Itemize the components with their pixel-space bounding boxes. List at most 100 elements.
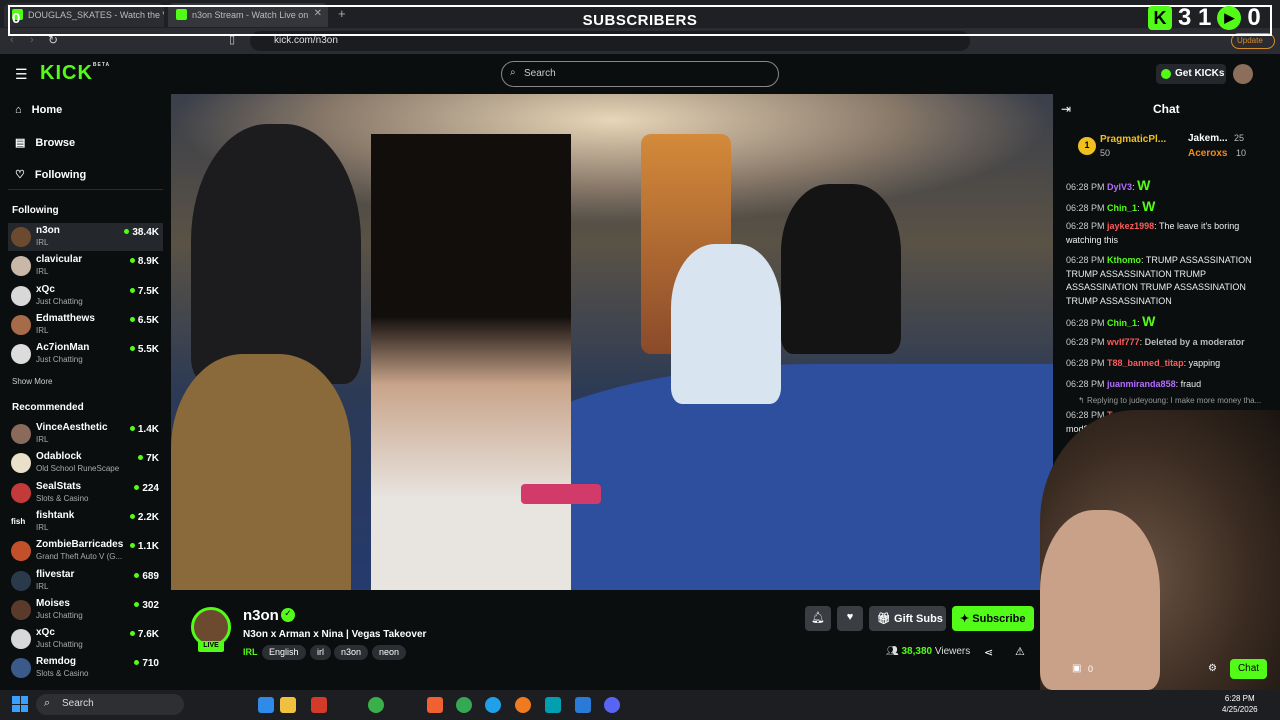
gift-icon: 🎁︎: [877, 613, 895, 625]
show-more-link[interactable]: Show More: [12, 377, 52, 386]
gift-subs-button[interactable]: 🎁︎ Gift Subs: [869, 606, 946, 631]
vscode-icon[interactable]: [575, 697, 591, 713]
collapse-chat-icon[interactable]: ⇥: [1061, 102, 1071, 116]
following-channel[interactable]: Edmatthews IRL 6.5K: [8, 311, 163, 339]
taskbar-clock[interactable]: 6:28 PM 4/25/2026: [1222, 693, 1258, 715]
taskbar-search[interactable]: ⌕ Search: [36, 694, 184, 715]
recommended-header: Recommended: [12, 402, 84, 413]
channel-category: Just Chatting: [36, 640, 83, 650]
following-channel[interactable]: xQc Just Chatting 7.5K: [8, 282, 163, 310]
subscribe-button[interactable]: ✦ Subscribe: [952, 606, 1034, 631]
play-icon: ▶: [1217, 6, 1242, 30]
nav-browse[interactable]: ▤ Browse: [15, 136, 76, 150]
viewer-count: 1.4K: [130, 424, 159, 435]
recommended-channel[interactable]: xQc Just Chatting 7.6K: [8, 625, 163, 653]
gift-icon[interactable]: ▣: [1072, 663, 1081, 674]
channel-avatar: [11, 227, 31, 247]
following-channel[interactable]: n3on IRL 38.4K: [8, 223, 163, 251]
notification-bell-button[interactable]: 🔔︎: [805, 606, 831, 631]
stream-tag[interactable]: English: [262, 645, 306, 660]
recommended-channel[interactable]: SealStats Slots & Casino 224: [8, 479, 163, 507]
discord-icon[interactable]: [604, 697, 620, 713]
sidebar: ⌂ Home ▤ Browse ♡ Following Following n3on I…: [0, 94, 170, 690]
share-icon[interactable]: ⋖: [984, 646, 993, 659]
chat-username[interactable]: Chin_1: [1107, 203, 1137, 213]
menu-icon[interactable]: ☰: [15, 66, 28, 83]
follow-button[interactable]: ♥: [837, 606, 863, 631]
recommended-channel[interactable]: flivestar IRL 689: [8, 567, 163, 595]
stream-tag[interactable]: neon: [372, 645, 407, 660]
stream-tag[interactable]: irl: [310, 645, 331, 660]
file-explorer-icon[interactable]: [280, 697, 296, 713]
nav-browse-label: Browse: [35, 136, 76, 149]
chat-username[interactable]: wvlf777: [1107, 337, 1140, 347]
live-badge: LIVE: [198, 641, 224, 652]
app-icon[interactable]: [258, 697, 274, 713]
firefox-icon[interactable]: [515, 697, 531, 713]
app-icon[interactable]: [545, 697, 561, 713]
chat-username[interactable]: jaykez1998: [1107, 221, 1154, 231]
chat-send-button[interactable]: Chat: [1230, 659, 1267, 679]
recommended-channel[interactable]: Remdog Slots & Casino 710: [8, 654, 163, 682]
channel-avatar: [11, 285, 31, 306]
channel-name: xQc: [36, 627, 55, 639]
person-standing: [191, 124, 361, 384]
recommended-channel[interactable]: VinceAesthetic IRL 1.4K: [8, 420, 163, 448]
channel-name: SealStats: [36, 480, 82, 492]
channel-category: Grand Theft Auto V (G...: [36, 552, 123, 562]
chat-username[interactable]: Kthomo: [1107, 255, 1141, 265]
reply-context: ↰ Replying to judeyoung: I make more mon…: [1078, 396, 1262, 405]
windows-start-icon[interactable]: [12, 696, 28, 712]
kicks-count: 0: [1088, 664, 1094, 674]
nav-following[interactable]: ♡ Following: [15, 168, 86, 182]
chat-username[interactable]: DylV3: [1107, 182, 1132, 192]
following-channel[interactable]: clavicular IRL 8.9K: [8, 252, 163, 280]
report-icon[interactable]: ⚠: [1015, 645, 1025, 658]
kick-logo[interactable]: KICKBETA: [40, 62, 110, 85]
viewer-number: 38,380: [901, 646, 933, 657]
brave-browser-icon[interactable]: [427, 697, 443, 713]
taskbar-search-label: Search: [62, 698, 94, 709]
channel-category: IRL: [36, 325, 49, 335]
viewer-count: 689: [134, 571, 159, 582]
viewer-count: 5.5K: [130, 344, 159, 355]
chat-text: W: [1142, 313, 1156, 329]
recommended-channel[interactable]: fish fishtank IRL 2.2K: [8, 508, 163, 536]
chat-timestamp: 06:28 PM: [1066, 318, 1105, 328]
settings-icon[interactable]: ⚙: [1208, 663, 1217, 674]
channel-name: Ac7ionMan: [36, 342, 90, 354]
bell-icon: 🔔︎: [811, 612, 825, 624]
viewers-icon: 👥︎: [886, 646, 902, 657]
leaderboard-second-name: Jakem...: [1188, 133, 1228, 144]
chat-username[interactable]: Chin_1: [1107, 318, 1137, 328]
nav-home[interactable]: ⌂ Home: [15, 104, 62, 116]
search-input[interactable]: ⌕ Search: [501, 61, 779, 87]
clock-date: 4/25/2026: [1222, 705, 1258, 714]
channel-avatar: [11, 599, 31, 620]
recommended-channel[interactable]: Moises Just Chatting 302: [8, 596, 163, 624]
edge-icon[interactable]: [485, 697, 501, 713]
channel-name: xQc: [36, 283, 55, 295]
channel-name[interactable]: n3on: [243, 607, 279, 624]
verified-icon: ✓: [281, 608, 295, 622]
viewer-count: 6.5K: [130, 315, 159, 326]
channel-name: Edmatthews: [36, 312, 95, 324]
video-player[interactable]: [171, 94, 1053, 590]
recommended-channel[interactable]: ZombieBarricades Grand Theft Auto V (G...…: [8, 537, 163, 565]
user-avatar[interactable]: [1233, 64, 1253, 84]
recommended-channel[interactable]: Odablock Old School RuneScape 7K: [8, 449, 163, 477]
chrome-icon[interactable]: [456, 697, 472, 713]
app-icon[interactable]: [368, 697, 384, 713]
following-channel[interactable]: Ac7ionMan Just Chatting 5.5K: [8, 340, 163, 368]
get-kicks-button[interactable]: Get KICKs: [1156, 64, 1226, 84]
chat-message: 06:28 PM wvlf777: Deleted by a moderator: [1066, 337, 1245, 347]
chat-username[interactable]: T88_banned_titap: [1107, 358, 1184, 368]
stream-tag[interactable]: n3on: [334, 645, 369, 660]
channel-category: IRL: [36, 267, 49, 277]
category-link[interactable]: IRL: [243, 645, 258, 660]
viewer-count: 7.6K: [130, 629, 159, 640]
app-icon[interactable]: [311, 697, 327, 713]
viewer-count: 8.9K: [130, 256, 159, 267]
chat-username[interactable]: juanmiranda858: [1107, 379, 1176, 389]
chat-timestamp: 06:28 PM: [1066, 358, 1105, 368]
